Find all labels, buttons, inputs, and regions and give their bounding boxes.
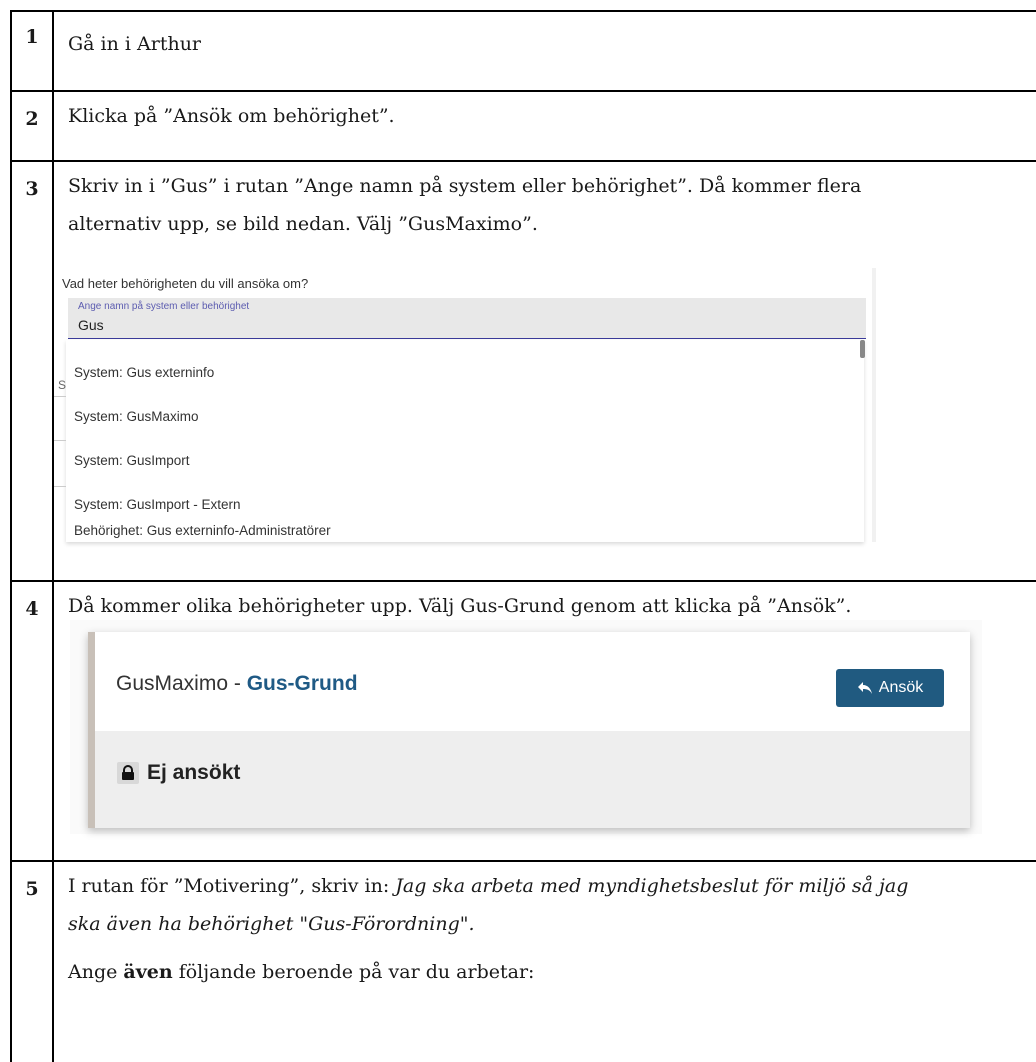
step-text: Gå in i Arthur [68, 33, 202, 55]
permission-title: GusMaximo - Gus-Grund [116, 672, 358, 696]
step-text: Skriv in i ”Gus” i rutan ”Ange namn på s… [68, 175, 862, 197]
role-name: Gus-Grund [246, 672, 358, 695]
search-screenshot: Vad heter behörigheten du vill ansöka om… [54, 268, 876, 542]
step-text-italic: Jag ska arbeta med myndighetsbeslut för … [395, 875, 909, 897]
question-label: Vad heter behörigheten du vill ansöka om… [62, 276, 309, 291]
step-text: I rutan för ”Motivering”, skriv in: Jag … [68, 868, 1018, 905]
permission-screenshot: GusMaximo - Gus-Grund Ansök Ej ansökt [70, 620, 982, 834]
step-number: 2 [25, 108, 39, 130]
step-text: alternativ upp, se bild nedan. Välj ”Gus… [68, 213, 538, 235]
search-input-value: Gus [78, 317, 104, 333]
search-input[interactable]: Ange namn på system eller behörighet Gus [68, 298, 866, 339]
row-divider [12, 860, 1036, 862]
step-text: Ange även följande beroende på var du ar… [68, 954, 1018, 991]
apply-button[interactable]: Ansök [836, 669, 944, 707]
background-divider [54, 486, 66, 487]
search-card: Vad heter behörigheten du vill ansöka om… [54, 268, 872, 542]
dropdown-option[interactable]: System: GusMaximo [74, 409, 199, 424]
step-text: Klicka på ”Ansök om behörighet”. [68, 105, 395, 127]
step-number: 4 [25, 598, 39, 620]
row-divider [12, 580, 1036, 582]
step-number: 1 [25, 26, 39, 48]
step-text-prefix: I rutan för ”Motivering”, skriv in: [68, 875, 396, 897]
step-text-italic: ska även ha behörighet "Gus-Förordning". [68, 913, 475, 935]
dropdown-option[interactable]: System: GusImport [74, 453, 190, 468]
step-text: ska även ha behörighet "Gus-Förordning". [68, 906, 1018, 943]
dropdown-option[interactable]: System: GusImport - Extern [74, 497, 241, 512]
row-divider [12, 90, 1036, 92]
step-text-prefix: Ange [68, 961, 124, 983]
title-separator: - [228, 672, 247, 695]
search-input-label: Ange namn på system eller behörighet [78, 301, 250, 312]
status-text: Ej ansökt [147, 761, 241, 784]
panel-accent-bar [88, 632, 95, 828]
status-row: Ej ansökt [95, 731, 970, 828]
lock-icon [117, 762, 139, 784]
step-number: 3 [25, 178, 39, 200]
row-divider [12, 160, 1036, 162]
dropdown-option[interactable]: System: Gus externinfo [74, 365, 214, 380]
step-text-bold: även [123, 961, 173, 983]
permission-panel: GusMaximo - Gus-Grund Ansök Ej ansökt [88, 632, 970, 828]
reply-arrow-icon [857, 682, 872, 694]
step-text-suffix: följande beroende på var du arbetar: [172, 961, 535, 983]
status-indicator: Ej ansökt [117, 761, 240, 785]
dropdown-option[interactable]: Behörighet: Gus externinfo-Administratör… [74, 523, 331, 538]
step-number: 5 [25, 878, 39, 900]
system-name: GusMaximo [116, 672, 229, 695]
background-divider [54, 396, 66, 397]
apply-button-label: Ansök [878, 679, 924, 696]
background-letter: S [58, 378, 67, 392]
background-divider [54, 440, 66, 441]
dropdown-scrollbar[interactable] [860, 340, 865, 358]
